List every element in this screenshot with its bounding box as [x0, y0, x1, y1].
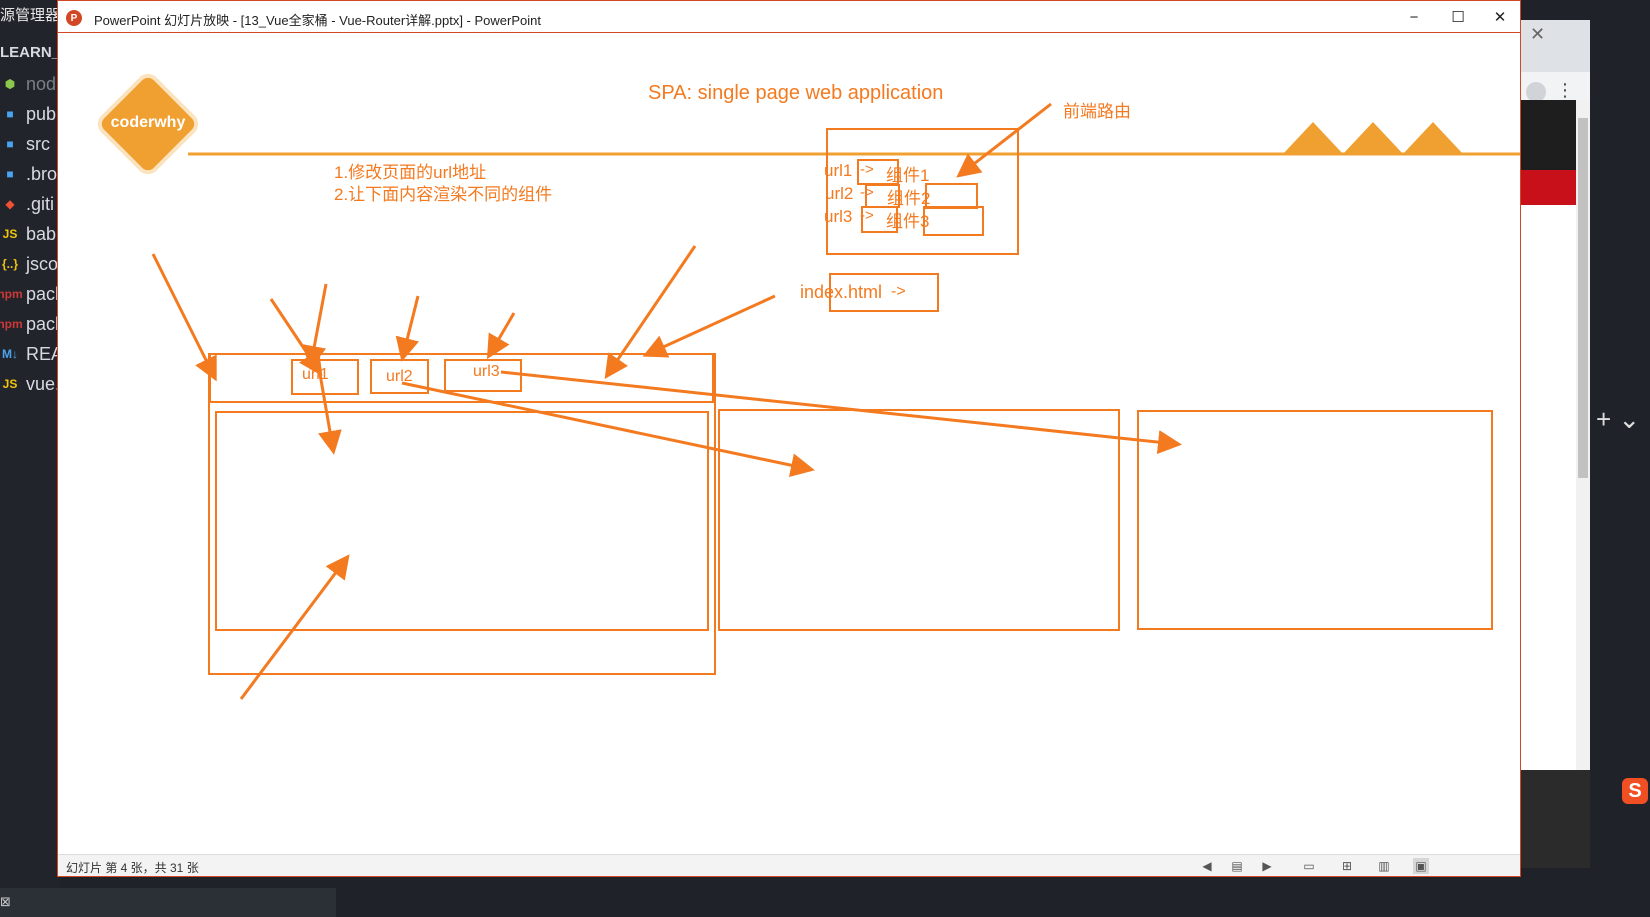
browser-window: ✕ ⋮ [1510, 20, 1590, 868]
mapping-component-1: 组件1 [886, 166, 930, 185]
slideshow-statusbar: 幻灯片 第 4 张，共 31 张 ◀ ▤ ▶ ▭ ⊞ ▥ ▣ [58, 854, 1520, 876]
close-button[interactable]: ✕ [1480, 5, 1520, 29]
slide-sorter-icon[interactable]: ⊞ [1339, 858, 1355, 874]
explorer-title: 源管理器 [0, 7, 61, 24]
nav-link-3: url3 [473, 363, 500, 380]
explorer-item-label: bab [26, 223, 57, 244]
browser-close-icon[interactable]: ✕ [1530, 24, 1545, 45]
slide-counter: 幻灯片 第 4 张，共 31 张 [66, 861, 199, 875]
index-html-arrow: -> [891, 283, 906, 300]
front-route-label: 前端路由 [1063, 102, 1131, 121]
header-mountains [1283, 122, 1463, 154]
folder-icon: ■ [6, 137, 14, 151]
explorer-item-label: pacl [26, 313, 60, 334]
powerpoint-window: P PowerPoint 幻灯片放映 - [13_Vue全家桶 - Vue-Ro… [57, 0, 1521, 877]
profile-avatar[interactable] [1526, 82, 1546, 102]
mapping-arrow-1: -> [860, 161, 874, 178]
add-terminal-button[interactable]: + ⌄ [1596, 404, 1640, 435]
sogou-ime-icon[interactable]: S [1622, 778, 1648, 804]
step-2-text: 2.让下面内容渲染不同的组件 [334, 185, 553, 204]
explorer-item-label: pub [26, 103, 57, 124]
explorer-item-label: pacl [26, 283, 60, 304]
explorer-item[interactable]: npm pacl [0, 279, 60, 309]
explorer-item[interactable]: JS vue. [0, 369, 60, 399]
normal-view-icon[interactable]: ▭ [1301, 858, 1317, 874]
reading-view-icon[interactable]: ▥ [1376, 858, 1392, 874]
next-slide-icon[interactable]: ▶ [1259, 858, 1275, 874]
explorer-item-label: src [26, 133, 50, 154]
slide-menu-icon[interactable]: ▤ [1229, 858, 1245, 874]
mapping-component-3: 组件3 [886, 212, 930, 231]
minimize-button[interactable]: − [1394, 5, 1434, 29]
nav-link-2: url2 [386, 368, 413, 385]
explorer-item[interactable]: {..} jsco [0, 249, 60, 279]
content-area-3 [1137, 410, 1493, 630]
slideshow-view-icon[interactable]: ▣ [1413, 858, 1429, 874]
vscode-status-area: ⊠ [0, 888, 336, 917]
index-html-label: index.html [800, 282, 883, 302]
explorer-item[interactable]: ■ src [0, 129, 60, 159]
explorer-root-folder[interactable]: LEARN_ [0, 44, 60, 61]
node-icon: ⬢ [4, 77, 16, 91]
js-icon: JS [2, 227, 18, 241]
content-area-1 [215, 411, 709, 631]
mapping-url-3: url3 [824, 207, 853, 226]
file-icon: ■ [6, 167, 14, 181]
markdown-icon: M↓ [2, 347, 18, 361]
explorer-item-label: jsco [26, 253, 59, 274]
explorer-item-label: nod [26, 73, 57, 94]
explorer-item-label: vue. [26, 373, 60, 394]
window-title: PowerPoint 幻灯片放映 - [13_Vue全家桶 - Vue-Rout… [94, 13, 541, 28]
maximize-button[interactable]: ☐ [1438, 5, 1478, 29]
folder-icon: ■ [6, 107, 14, 121]
explorer-item[interactable]: ■ .bro [0, 159, 60, 189]
more-menu-icon[interactable]: ⋮ [1556, 80, 1574, 101]
vscode-explorer: 源管理器 LEARN_ ⬢ nod ■ pub ■ src ■ .bro ◆ .giti JS bab… [0, 0, 60, 917]
mapping-component-2: 组件2 [887, 189, 931, 208]
explorer-item-label: .giti [26, 193, 55, 214]
npm-icon: npm [0, 317, 23, 331]
previous-slide-icon[interactable]: ◀ [1199, 858, 1215, 874]
window-titlebar: P PowerPoint 幻灯片放映 - [13_Vue全家桶 - Vue-Ro… [58, 1, 1520, 33]
content-area-2 [718, 409, 1120, 631]
explorer-item[interactable]: M↓ REA [0, 339, 60, 369]
mapping-arrow-3: -> [860, 207, 874, 224]
browser-bottom-panel [1510, 770, 1590, 868]
json-icon: {..} [1, 257, 18, 271]
mapping-url-1: url1 [824, 161, 853, 180]
explorer-item[interactable]: npm pacl [0, 309, 60, 339]
browser-scroll-thumb[interactable] [1578, 118, 1588, 478]
git-icon: ◆ [5, 197, 15, 211]
explorer-item[interactable]: ⬢ nod [0, 69, 60, 99]
nav-link-1: url1 [302, 366, 329, 383]
js-icon: JS [2, 377, 18, 391]
browser-tabbar: ✕ [1510, 20, 1590, 72]
slide-canvas[interactable]: coderwhy SPA: single page web applicatio… [58, 34, 1520, 854]
mapping-url-2: url2 [825, 184, 854, 203]
npm-icon: npm [0, 287, 23, 301]
explorer-item-label: .bro [26, 163, 58, 184]
explorer-item[interactable]: JS bab [0, 219, 60, 249]
explorer-item[interactable]: ■ pub [0, 99, 60, 129]
explorer-item[interactable]: ◆ .giti [0, 189, 60, 219]
terminal-icon[interactable]: ⊠ [0, 894, 11, 910]
explorer-item-label: REA [26, 343, 60, 364]
slide-drawing [151, 102, 1520, 700]
mapping-arrow-2: -> [860, 184, 874, 201]
powerpoint-app-icon: P [66, 10, 82, 26]
